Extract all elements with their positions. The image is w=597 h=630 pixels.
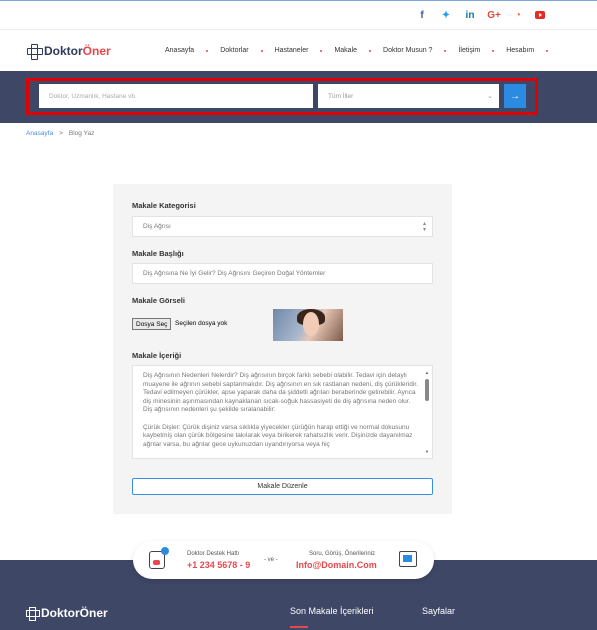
- logo-text-part2: Öner: [82, 43, 111, 58]
- image-label: Makale Görseli: [132, 296, 185, 305]
- logo-cross-icon: [27, 43, 43, 60]
- menu-item-anasayfa[interactable]: Anasayfa: [165, 47, 220, 54]
- arrow-right-icon: →: [510, 90, 520, 102]
- select-arrows-icon: ▴ ▾: [422, 221, 426, 233]
- search-input[interactable]: [39, 84, 313, 108]
- main-nav: Doktor Öner Anasayfa Doktorlar Hastaneler…: [0, 29, 597, 71]
- footer-logo[interactable]: Doktor Öner: [26, 606, 108, 621]
- breadcrumb-current: Blog Yaz: [68, 130, 95, 137]
- logo-cross-icon: [26, 607, 40, 621]
- scroll-up-icon[interactable]: ▲: [425, 369, 429, 378]
- footer-logo-part2: Öner: [79, 606, 108, 620]
- google-plus-icon[interactable]: G+: [487, 10, 501, 21]
- search-button[interactable]: →: [504, 84, 526, 108]
- mail-icon: [399, 551, 417, 567]
- article-image-thumbnail: [273, 309, 343, 341]
- footer-pages-heading: Sayfalar: [422, 606, 456, 616]
- file-choose-button[interactable]: Dosya Seç: [132, 318, 172, 330]
- menu-item-makale[interactable]: Makale: [334, 47, 383, 54]
- menu-item-doktorlar[interactable]: Doktorlar: [220, 47, 274, 54]
- feedback-label: Soru, Görüş, Önerileriniz: [309, 551, 376, 557]
- category-select[interactable]: Diş Ağrısı ▴ ▾: [132, 216, 433, 237]
- linkedin-icon[interactable]: in: [463, 10, 477, 21]
- support-pill: Doktor Destek Hattı +1 234 5678 - 9 - ve…: [133, 541, 434, 579]
- textarea-scrollbar[interactable]: ▲ ▼: [425, 369, 430, 457]
- submit-button[interactable]: Makale Düzenle: [132, 478, 433, 495]
- content-paragraph: Diş Ağrısının Nedenleri Nelerdir? Diş ağ…: [143, 372, 418, 414]
- rss-icon[interactable]: ◔: [511, 10, 525, 21]
- logo-text-part1: Doktor: [44, 43, 83, 58]
- article-form: Makale Kategorisi Diş Ağrısı ▴ ▾ Makale B…: [113, 184, 452, 514]
- breadcrumb: Anasayfa > Blog Yaz: [26, 130, 94, 137]
- title-input[interactable]: Diş Ağrısına Ne İyi Gelir? Diş Ağrısını …: [132, 263, 433, 284]
- content-textarea[interactable]: Diş Ağrısının Nedenleri Nelerdir? Diş ağ…: [132, 365, 433, 459]
- menu-item-iletisim[interactable]: İletişim: [458, 47, 506, 54]
- footer-logo-part1: Doktor: [41, 606, 80, 620]
- and-separator: - ve -: [264, 557, 278, 563]
- city-select[interactable]: Tüm İller ⌄: [318, 84, 499, 108]
- title-label: Makale Başlığı: [132, 249, 184, 258]
- youtube-icon[interactable]: [535, 11, 545, 19]
- breadcrumb-separator: >: [59, 130, 63, 137]
- scroll-thumb[interactable]: [425, 379, 429, 401]
- social-bar: f ✦ in G+ ◔: [0, 1, 597, 29]
- category-select-value: Diş Ağrısı: [143, 223, 171, 230]
- support-email[interactable]: Info@Domain.Com: [296, 560, 377, 570]
- facebook-icon[interactable]: f: [415, 10, 429, 21]
- content-paragraph: Çürük Dişler: Çürük dişiniz varsa sıklık…: [143, 423, 413, 448]
- menu: Anasayfa Doktorlar Hastaneler Makale Dok…: [165, 47, 560, 54]
- content-label: Makale İçeriği: [132, 351, 182, 360]
- twitter-icon[interactable]: ✦: [439, 10, 453, 21]
- category-label: Makale Kategorisi: [132, 201, 196, 210]
- phone-support-icon: [149, 547, 169, 569]
- city-select-value: Tüm İller: [328, 92, 354, 100]
- support-phone[interactable]: +1 234 5678 - 9: [187, 560, 250, 570]
- footer-heading-underline: [290, 626, 308, 628]
- file-status-text: Seçilen dosya yok: [175, 320, 228, 327]
- title-input-value: Diş Ağrısına Ne İyi Gelir? Diş Ağrısını …: [143, 270, 326, 277]
- scroll-down-icon[interactable]: ▼: [425, 448, 429, 457]
- search-band: Tüm İller ⌄ →: [0, 71, 597, 123]
- support-line-label: Doktor Destek Hattı: [187, 551, 240, 557]
- menu-item-hastaneler[interactable]: Hastaneler: [275, 47, 335, 54]
- menu-item-doktor-musun[interactable]: Doktor Musun ?: [383, 47, 458, 54]
- menu-item-hesabim[interactable]: Hesabım: [506, 47, 560, 54]
- breadcrumb-home[interactable]: Anasayfa: [26, 130, 53, 137]
- footer-recent-heading: Son Makale İçerikleri: [290, 606, 374, 616]
- chevron-down-icon: ⌄: [487, 93, 493, 100]
- site-logo[interactable]: Doktor Öner: [27, 43, 157, 60]
